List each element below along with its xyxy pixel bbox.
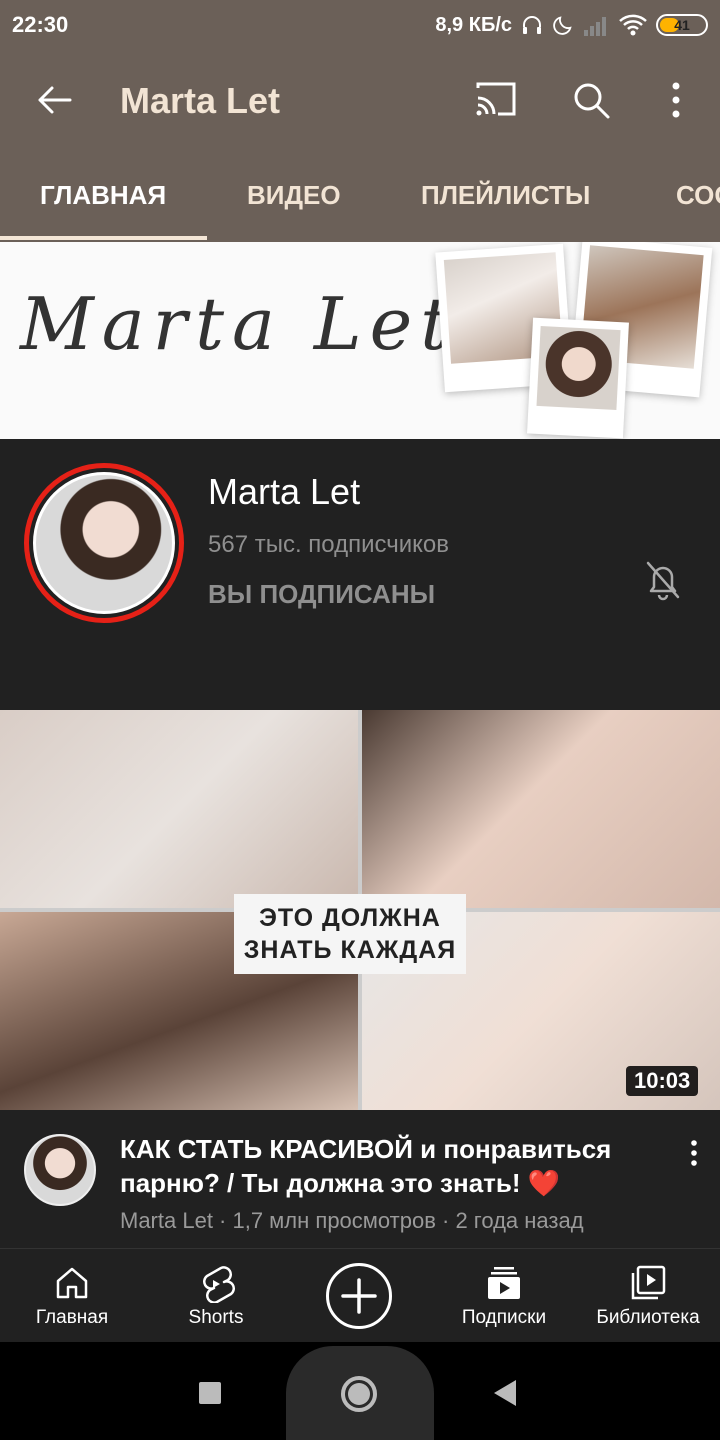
back-button[interactable] xyxy=(30,78,80,122)
more-vert-icon xyxy=(672,82,680,118)
banner-photo-3 xyxy=(527,317,629,439)
subscriber-count: 567 тыс. подписчиков xyxy=(208,531,450,558)
video-title[interactable]: КАК СТАТЬ КРАСИВОЙ и понравиться парню? … xyxy=(120,1132,660,1200)
battery-icon: 41 xyxy=(656,14,708,36)
channel-name: Marta Let xyxy=(208,471,361,512)
nav-shorts[interactable]: Shorts xyxy=(144,1249,288,1343)
subscribed-button[interactable]: ВЫ ПОДПИСАНЫ xyxy=(208,579,435,610)
nav-subscriptions[interactable]: Подписки xyxy=(432,1249,576,1343)
library-icon xyxy=(631,1265,666,1300)
headphones-icon xyxy=(523,16,541,34)
app-bar-title: Marta Let xyxy=(120,80,281,121)
shorts-icon xyxy=(203,1266,235,1303)
nav-label: Shorts xyxy=(188,1307,244,1328)
system-navigation-bar xyxy=(0,1342,720,1440)
video-channel-avatar[interactable] xyxy=(24,1134,96,1206)
video-more-button[interactable] xyxy=(680,1138,708,1168)
nav-label: Подписки xyxy=(461,1307,547,1328)
app-bar: Marta Let xyxy=(0,50,720,150)
avatar-image xyxy=(33,472,175,614)
tab-home[interactable]: ГЛАВНАЯ xyxy=(40,180,166,211)
bell-off-icon xyxy=(646,561,680,601)
channel-tabs: ГЛАВНАЯ ВИДЕО ПЛЕЙЛИСТЫ СОО xyxy=(0,150,720,242)
active-tab-indicator xyxy=(0,236,207,240)
back-system-button[interactable] xyxy=(494,1380,516,1406)
cast-button[interactable] xyxy=(472,78,520,122)
channel-avatar[interactable] xyxy=(24,463,184,623)
thumbnail-caption: ЭТО ДОЛЖНА ЗНАТЬ КАЖДАЯ xyxy=(234,894,466,974)
nav-home[interactable]: Главная xyxy=(0,1249,144,1343)
create-button[interactable] xyxy=(326,1263,392,1329)
arrow-left-icon xyxy=(38,86,72,114)
nav-label: Библиотека xyxy=(596,1307,700,1328)
search-button[interactable] xyxy=(568,78,616,122)
more-vert-icon xyxy=(691,1140,697,1166)
banner-script-text: Marta Let xyxy=(20,282,458,366)
tab-videos[interactable]: ВИДЕО xyxy=(247,180,341,211)
net-speed: 8,9 КБ/с xyxy=(435,13,512,36)
home-system-button[interactable] xyxy=(286,1346,434,1440)
home-icon xyxy=(56,1267,88,1299)
plus-icon xyxy=(341,1278,377,1314)
thumbnail-caption-line: ЭТО ДОЛЖНА xyxy=(259,904,441,932)
subscriptions-icon xyxy=(488,1267,520,1299)
signal-icon xyxy=(584,17,606,36)
video-duration: 10:03 xyxy=(626,1066,699,1096)
nav-library[interactable]: Библиотека xyxy=(576,1249,720,1343)
battery-level: 41 xyxy=(674,17,690,33)
cast-icon xyxy=(476,82,516,116)
channel-header: Marta Let 567 тыс. подписчиков ВЫ ПОДПИС… xyxy=(0,439,720,710)
thumbnail-caption-line: ЗНАТЬ КАЖДАЯ xyxy=(243,936,457,964)
notifications-button[interactable] xyxy=(640,557,686,603)
more-options-button[interactable] xyxy=(654,78,698,122)
video-info: КАК СТАТЬ КРАСИВОЙ и понравиться парню? … xyxy=(0,1110,720,1248)
home-dot-icon xyxy=(348,1383,370,1405)
status-time: 22:30 xyxy=(12,12,69,37)
video-thumbnail[interactable]: ЭТО ДОЛЖНА ЗНАТЬ КАЖДАЯ 10:03 xyxy=(0,710,720,1110)
thumbnail-panel xyxy=(362,710,720,908)
thumbnail-panel xyxy=(0,710,358,908)
bottom-navigation: Главная Shorts Подписки Библиотека xyxy=(0,1248,720,1342)
video-meta: Marta Let · 1,7 млн просмотров · 2 года … xyxy=(120,1208,584,1233)
search-icon xyxy=(574,83,610,119)
tab-community[interactable]: СОО xyxy=(676,180,720,211)
moon-icon xyxy=(553,16,572,35)
status-icons: 8,9 КБ/с 41 xyxy=(435,10,708,40)
status-bar: 22:30 8,9 КБ/с 41 xyxy=(0,0,720,50)
heart-emoji: ❤️ xyxy=(527,1168,561,1198)
recents-button[interactable] xyxy=(199,1382,221,1404)
tab-playlists[interactable]: ПЛЕЙЛИСТЫ xyxy=(421,180,590,211)
nav-label: Главная xyxy=(35,1307,109,1328)
channel-banner: Marta Let xyxy=(0,242,720,439)
wifi-icon xyxy=(619,14,647,36)
